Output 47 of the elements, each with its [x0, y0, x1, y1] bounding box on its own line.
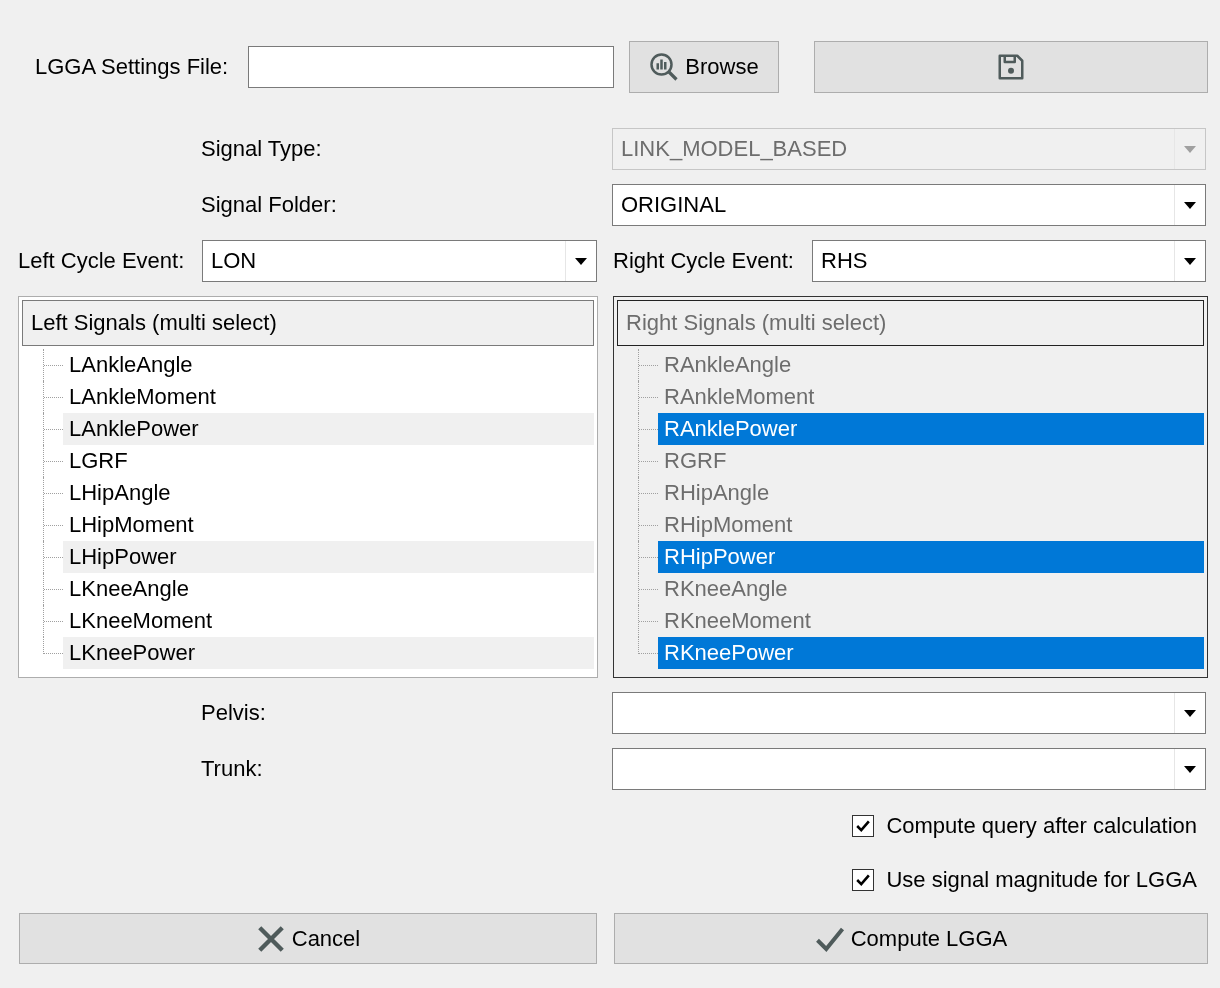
field-label: Signal Type:: [201, 136, 323, 162]
browse-button[interactable]: Browse: [629, 41, 779, 93]
caret-icon: [1184, 765, 1196, 773]
list-item[interactable]: LHipMoment: [63, 509, 594, 541]
list-item[interactable]: LAnklePower: [63, 413, 594, 445]
checkbox-label: Compute query after calculation: [886, 813, 1197, 839]
field-label: Left Cycle Event:: [18, 248, 186, 274]
field-label: Trunk:: [201, 756, 264, 782]
list-item[interactable]: LKneeMoment: [63, 605, 594, 637]
dropdown[interactable]: ORIGINAL: [612, 184, 1206, 226]
checkmark-icon: [856, 820, 871, 832]
list-item[interactable]: LHipAngle: [63, 477, 594, 509]
signal-list[interactable]: Left Signals (multi select) LAnkleAngle LAnkleMoment LAnklePower LGRF LHipAngle LHipMoment LHipPower LKneeAngle LKneeMoment LKneePower: [18, 296, 598, 678]
dropdown-value: RHS: [820, 248, 869, 274]
compute-button[interactable]: Compute LGGA: [614, 913, 1208, 964]
list-item[interactable]: LAnkleMoment: [63, 381, 594, 413]
list-item[interactable]: LGRF: [63, 445, 594, 477]
dropdown[interactable]: [612, 692, 1206, 734]
x-icon: [255, 923, 286, 954]
input-field[interactable]: [248, 46, 614, 88]
list-item[interactable]: LHipPower: [63, 541, 594, 573]
checkbox-label: Use signal magnitude for LGGA: [886, 867, 1197, 893]
cancel-button[interactable]: Cancel: [19, 913, 597, 964]
dropdown[interactable]: [612, 748, 1206, 790]
field-label: LGGA Settings File:: [35, 54, 230, 80]
list-item[interactable]: LAnkleAngle: [63, 349, 594, 381]
caret-icon: [1184, 145, 1196, 153]
checkbox[interactable]: [852, 815, 875, 837]
caret-icon: [575, 257, 587, 265]
dropdown-value: LINK_MODEL_BASED: [620, 136, 849, 162]
dropdown[interactable]: LON: [202, 240, 597, 282]
caret-icon: [1184, 201, 1196, 209]
list-item[interactable]: LKneePower: [63, 637, 594, 669]
caret-icon: [1184, 709, 1196, 717]
checkbox[interactable]: [852, 869, 875, 891]
dropdown-value: ORIGINAL: [620, 192, 728, 218]
caret-icon: [1184, 257, 1196, 265]
field-label: Right Cycle Event:: [613, 248, 795, 274]
dropdown[interactable]: RHS: [812, 240, 1206, 282]
list-item[interactable]: LKneeAngle: [63, 573, 594, 605]
dropdown-value: LON: [210, 248, 258, 274]
field-label: Pelvis:: [201, 700, 267, 726]
checkmark-icon: [856, 874, 871, 886]
search-icon: [649, 52, 680, 82]
column-header: Left Signals (multi select): [22, 300, 594, 346]
field-label: Signal Folder:: [201, 192, 338, 218]
column-header: Right Signals (multi select): [617, 300, 1204, 346]
